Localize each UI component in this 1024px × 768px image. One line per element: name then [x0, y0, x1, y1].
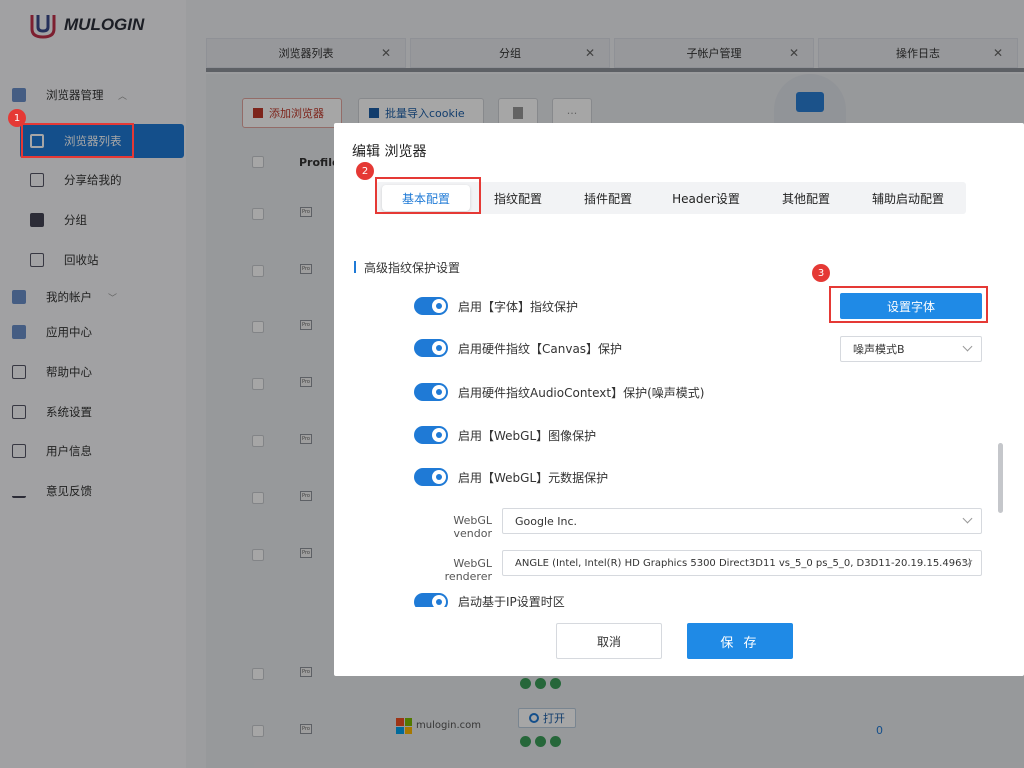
tab-fingerprint-config[interactable]: 指纹配置 — [476, 182, 560, 214]
webgl-metadata-row: 启用【WebGL】元数据保护 — [414, 467, 608, 487]
annotation-box-1 — [21, 123, 134, 158]
annotation-number-1: 1 — [8, 109, 26, 127]
annotation-box-3 — [829, 286, 988, 323]
webgl-image-toggle[interactable] — [414, 426, 448, 444]
dialog-title: 编辑 浏览器 — [352, 144, 427, 160]
ip-timezone-row: 启动基于IP设置时区 — [414, 593, 565, 607]
annotation-box-2 — [375, 177, 481, 214]
annotation-number-3: 3 — [812, 264, 830, 282]
webgl-vendor-label: WebGL vendor — [453, 514, 492, 540]
dialog-scrollbar[interactable] — [998, 443, 1003, 513]
canvas-mode-select[interactable]: 噪声模式B — [840, 336, 982, 362]
annotation-number-2: 2 — [356, 162, 374, 180]
tab-header-settings[interactable]: Header设置 — [658, 182, 754, 214]
font-protect-toggle[interactable] — [414, 297, 448, 315]
section-title: 高级指纹保护设置 — [354, 259, 460, 276]
webgl-image-row: 启用【WebGL】图像保护 — [414, 425, 596, 445]
webgl-renderer-select[interactable]: ANGLE (Intel, Intel(R) HD Graphics 5300 … — [502, 550, 982, 576]
canvas-protect-row: 启用硬件指纹【Canvas】保护 — [414, 338, 622, 358]
chevron-down-icon — [962, 513, 973, 524]
webgl-metadata-toggle[interactable] — [414, 468, 448, 486]
tab-other-config[interactable]: 其他配置 — [764, 182, 848, 214]
audio-protect-row: 启用硬件指纹AudioContext】保护(噪声模式) — [414, 382, 704, 402]
chevron-down-icon — [962, 341, 973, 352]
tab-startup-config[interactable]: 辅助启动配置 — [856, 182, 960, 214]
webgl-renderer-label: WebGL renderer — [444, 557, 492, 583]
save-button[interactable]: 保 存 — [687, 623, 793, 659]
font-protect-row: 启用【字体】指纹保护 — [414, 296, 578, 316]
tab-plugin-config[interactable]: 插件配置 — [566, 182, 650, 214]
webgl-vendor-select[interactable]: Google Inc. — [502, 508, 982, 534]
cancel-button[interactable]: 取消 — [556, 623, 662, 659]
audio-protect-toggle[interactable] — [414, 383, 448, 401]
ip-timezone-toggle[interactable] — [414, 593, 448, 607]
canvas-protect-toggle[interactable] — [414, 339, 448, 357]
